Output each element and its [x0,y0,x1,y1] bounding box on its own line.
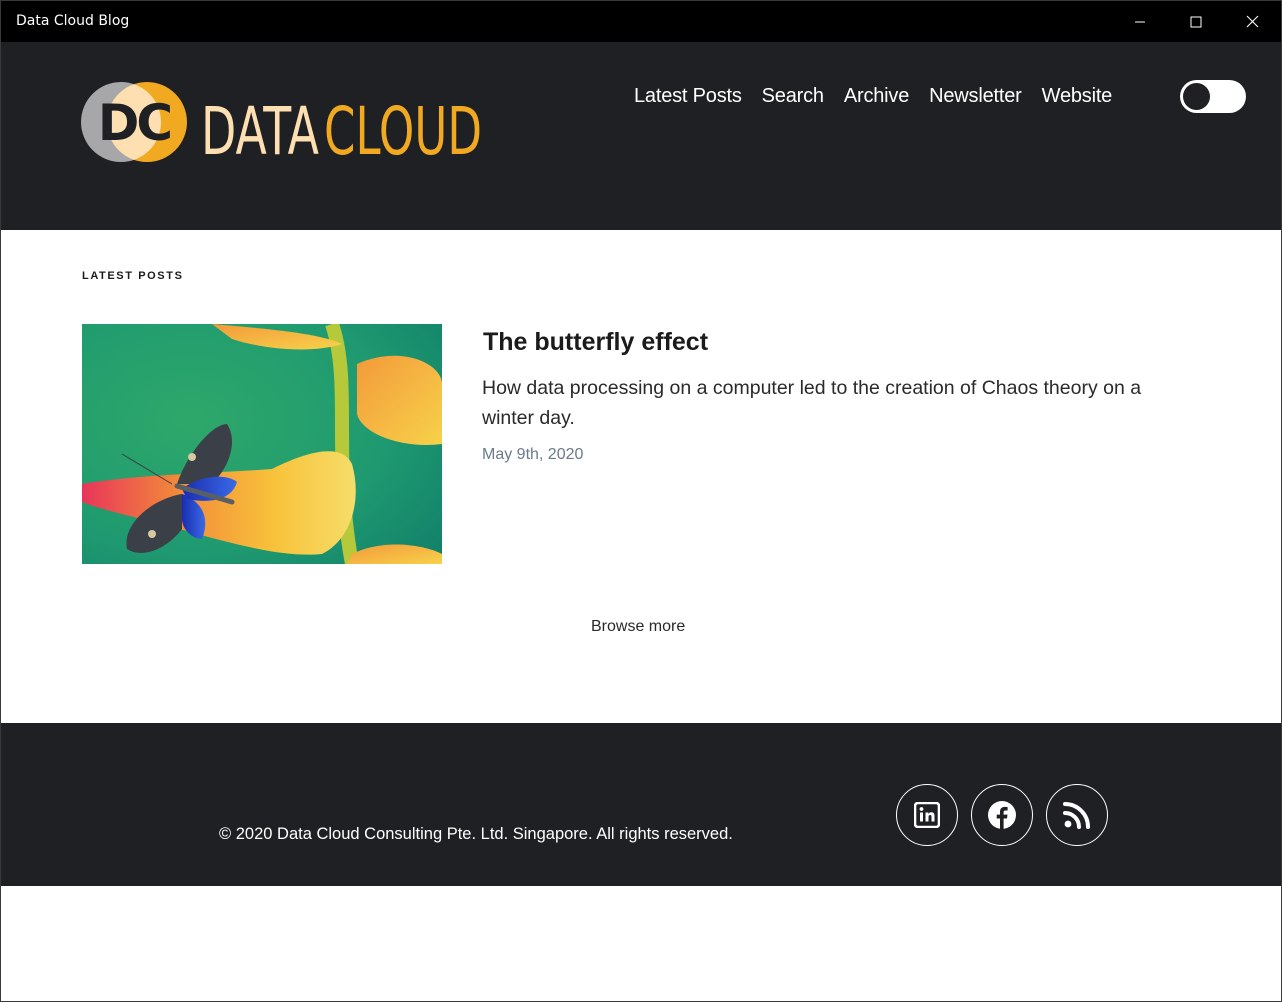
nav-archive[interactable]: Archive [844,85,909,108]
post-date: May 9th, 2020 [482,446,584,463]
window-title: Data Cloud Blog [16,13,130,29]
butterfly-image [82,324,442,564]
logo-word-cloud: CLOUD [324,93,482,162]
nav-search[interactable]: Search [762,85,824,108]
nav-newsletter[interactable]: Newsletter [929,85,1022,108]
rss-button[interactable] [1046,784,1108,846]
maximize-button[interactable] [1167,1,1225,42]
maximize-icon [1190,16,1202,27]
post-excerpt: How data processing on a computer led to… [482,377,1142,429]
facebook-icon [988,801,1016,829]
nav-website[interactable]: Website [1042,85,1113,108]
browse-more-link[interactable]: Browse more [591,618,685,636]
linkedin-button[interactable] [896,784,958,846]
post-title[interactable]: The butterfly effect [483,328,708,357]
theme-toggle[interactable] [1180,80,1246,113]
linkedin-icon [914,802,940,828]
facebook-button[interactable] [971,784,1033,846]
app-window: Data Cloud Blog DC DATA CLOUD Latest Pos… [0,0,1282,1002]
title-bar: Data Cloud Blog [1,1,1281,42]
logo-monogram: DC [98,94,171,152]
rss-icon [1063,802,1090,829]
logo-word-data: DATA [201,93,319,162]
copyright-text: © 2020 Data Cloud Consulting Pte. Ltd. S… [219,825,733,843]
minimize-icon [1135,21,1145,22]
datacloud-logo[interactable]: DC DATA CLOUD [81,82,491,162]
minimize-button[interactable] [1111,1,1169,42]
close-button[interactable] [1223,1,1281,42]
main-nav: Latest Posts Search Archive Newsletter W… [634,85,1112,108]
site-header: DC DATA CLOUD Latest Posts Search Archiv… [1,42,1281,230]
post-thumbnail[interactable] [82,324,442,564]
site-footer: © 2020 Data Cloud Consulting Pte. Ltd. S… [1,723,1281,886]
close-icon [1246,15,1258,28]
section-heading: LATEST POSTS [82,270,184,282]
toggle-icon [1183,83,1210,110]
nav-latest-posts[interactable]: Latest Posts [634,85,742,108]
